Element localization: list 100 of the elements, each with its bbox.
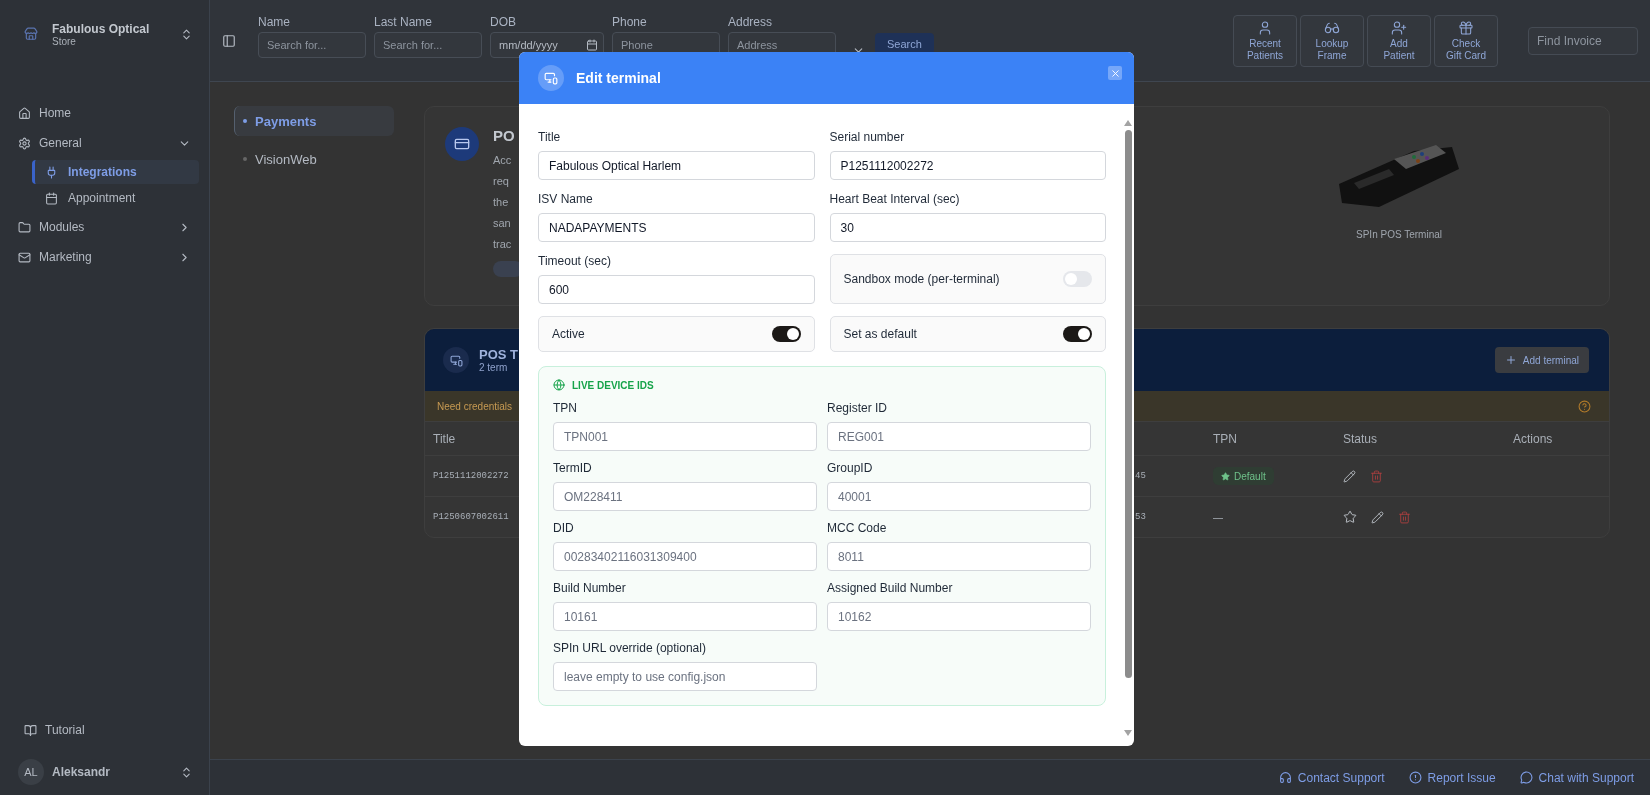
footer-link[interactable]: Chat with Support [1519,770,1634,785]
store-subtitle: Store [52,35,76,47]
table-cell: P1251112002272 [433,471,509,481]
field-label: Name [258,15,290,29]
terminal-icon [443,347,469,373]
column-header: Actions [1513,431,1553,446]
toggle-switch[interactable] [1063,326,1092,342]
search-button[interactable]: Search [875,32,934,55]
toggle-label: Set as default [843,327,917,341]
input-field[interactable]: NADAPAYMENTS [538,213,815,242]
star-icon [1221,471,1230,481]
field-label: GroupID [827,461,873,475]
nav-subitem[interactable]: Appointment [32,186,199,210]
card-text: req [493,174,509,189]
field-label: Serial number [829,130,905,144]
plus-icon [1504,354,1517,366]
input-field[interactable]: 00283402116031309400 [553,542,817,571]
default-badge: Default [1213,467,1274,485]
calendar-icon [586,39,598,51]
subnav-tab[interactable]: VisionWeb [234,144,394,174]
field-label: Phone [612,15,647,29]
field-label: DOB [490,15,516,29]
input-field[interactable]: 8011 [827,542,1091,571]
quick-action-button[interactable]: Lookup Frame [1300,14,1364,67]
card-text: the [493,195,509,210]
quick-action-button[interactable]: Recent Patients [1233,14,1297,67]
chevrons-icon [180,765,193,779]
field-label: Address [728,15,773,29]
toggle-switch[interactable] [1063,271,1092,287]
image-caption: SPIn POS Terminal [1356,229,1442,240]
footer-link[interactable]: Contact Support [1278,770,1385,785]
edit-icon[interactable] [1343,469,1356,483]
edit-icon[interactable] [1371,510,1384,524]
input-field[interactable]: Fabulous Optical Harlem [538,151,815,180]
nav-item[interactable]: General [14,130,199,156]
field-label: ISV Name [538,192,593,206]
table-cell: 53 [1135,512,1146,522]
table-cell: — [1213,511,1223,523]
dialog-title: Edit terminal [576,70,662,86]
input-field[interactable]: 600 [538,275,815,304]
add-terminal-button[interactable]: Add terminal [1494,347,1589,373]
card-text: Acc [493,153,512,168]
field-label: Assigned Build Number [827,581,953,595]
search-field[interactable]: Search for... [374,32,482,58]
card-text: san [493,216,511,231]
card-title: POS T [479,347,518,362]
close-icon [1109,67,1121,79]
alert-icon [1408,771,1422,784]
field-label: DID [553,521,574,535]
input-field[interactable]: TPN001 [553,422,817,451]
quick-action-button[interactable]: Add Patient [1367,14,1431,67]
field-label: Register ID [827,401,888,415]
column-header: Status [1343,431,1378,446]
calendar-icon [45,191,58,205]
field-label: MCC Code [827,521,887,535]
plug-icon [45,165,58,179]
sidebar-toggle-icon[interactable] [222,33,236,48]
column-header: Title [433,431,456,446]
store-name: Fabulous Optical [52,21,150,36]
input-field[interactable]: 30 [829,213,1106,242]
tutorial-link[interactable]: Tutorial [14,723,199,737]
field-label: SPIn URL override (optional) [553,641,706,655]
table-cell: 45 [1135,471,1146,481]
help-icon[interactable] [1578,399,1591,413]
table-cell: P1250607002611 [433,512,509,522]
mail-icon [18,250,31,264]
column-header: TPN [1213,431,1237,446]
user-menu[interactable]: AL Aleksandr [14,759,199,785]
subnav-tab[interactable]: Payments [234,106,394,136]
card-text: trac [493,237,512,252]
person-icon [1257,19,1273,36]
toggle-switch[interactable] [771,326,801,342]
input-field[interactable]: 10162 [827,602,1091,631]
input-field[interactable]: P1251112002272 [829,151,1106,180]
star-icon[interactable] [1343,510,1357,524]
nav-subitem[interactable]: Integrations [32,160,199,184]
input-field[interactable]: OM228411 [553,482,817,511]
field-label: TPN [553,401,577,415]
invoice-search-field[interactable]: Find Invoice [1528,26,1638,55]
card-icon [445,127,479,161]
search-field[interactable]: Search for... [258,32,366,58]
input-field[interactable]: 10161 [553,602,817,631]
section-title: LIVE DEVICE IDS [572,379,654,391]
input-field[interactable]: REG001 [827,422,1091,451]
quick-action-button[interactable]: Check Gift Card [1434,14,1498,67]
input-field[interactable]: leave empty to use config.json [553,662,817,691]
card-title: PO [493,127,515,144]
field-label: Last Name [374,15,433,29]
nav-item[interactable]: Home [14,100,199,126]
nav-item[interactable]: Modules [14,214,199,240]
nav-item[interactable]: Marketing [14,244,199,270]
store-icon [24,27,38,41]
gear-icon [18,136,31,150]
card-subtitle: 2 term [479,362,508,373]
chevrons-icon [180,27,193,41]
footer-link[interactable]: Report Issue [1408,770,1496,785]
input-field[interactable]: 40001 [827,482,1091,511]
field-label: Build Number [553,581,626,595]
chat-bubble-icon [1519,771,1533,784]
field-label: Heart Beat Interval (sec) [829,192,960,206]
